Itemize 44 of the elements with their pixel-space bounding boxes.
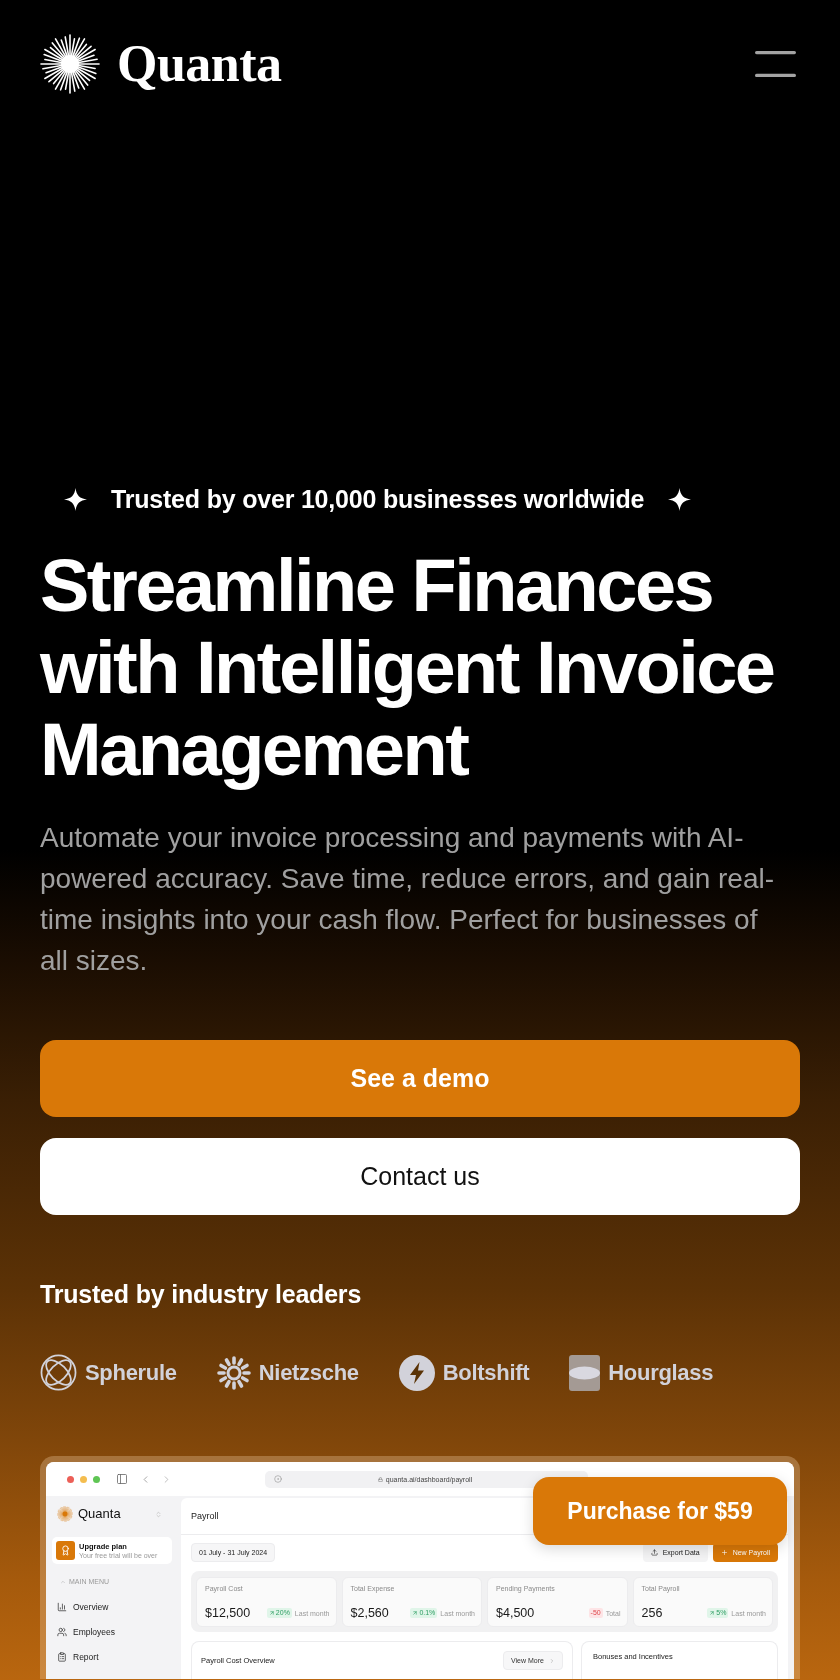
brand-name: Quanta	[78, 1506, 121, 1522]
sunburst-icon	[216, 1355, 251, 1390]
arrow-up-right-icon	[268, 1610, 275, 1616]
stat-value: $2,560	[350, 1606, 389, 1620]
partner-name: Hourglass	[608, 1359, 714, 1386]
medal-icon	[56, 1541, 75, 1560]
partner-name: Spherule	[85, 1359, 177, 1386]
plus-icon	[720, 1549, 728, 1556]
circle-dot-icon	[274, 1475, 282, 1483]
tagline: Trusted by over 10,000 businesses worldwide	[111, 486, 645, 512]
chevrons-up-down-icon[interactable]	[155, 1510, 162, 1518]
users-icon	[57, 1626, 67, 1637]
stat-value: $4,500	[496, 1606, 535, 1620]
partner-name: Boltshift	[442, 1359, 530, 1386]
sidebar-toggle-icon[interactable]	[116, 1473, 128, 1485]
menu-icon	[755, 50, 796, 77]
section-heading: Trusted by industry leaders	[40, 1280, 362, 1308]
brand-name: Quanta	[117, 37, 282, 90]
contact-button[interactable]: Contact us	[40, 1138, 800, 1215]
sunburst-icon	[57, 1506, 73, 1522]
menu-item[interactable]: Overview	[52, 1594, 172, 1619]
sparkle-icon	[668, 487, 692, 511]
stat-value: $12,500	[205, 1606, 251, 1620]
lock-icon	[377, 1476, 383, 1482]
hero-description: Automate your invoice processing and payments with AI-powered accuracy. Save time, reduce errors, and gain real-time insights into your cash flow. Perfect for businesses of all sizes.	[40, 821, 776, 978]
hero-heading: Streamline Finances with Intelligent Invoice Management	[40, 545, 775, 791]
menu-item[interactable]: Employees	[52, 1619, 172, 1644]
lightning-bolt-icon	[398, 1354, 435, 1391]
sphere-icon	[40, 1354, 77, 1391]
upload-icon	[650, 1549, 658, 1556]
stat-value: 256	[641, 1606, 663, 1620]
arrow-up-right-icon	[709, 1610, 716, 1616]
menu-button[interactable]	[755, 50, 796, 77]
clipboard-icon	[57, 1651, 67, 1662]
sparkle-icon	[64, 487, 87, 511]
page-title: Payroll	[191, 1511, 219, 1521]
arrow-up-right-icon	[412, 1610, 419, 1616]
partner-name: Nietzsche	[258, 1359, 359, 1386]
sunburst-icon	[40, 33, 100, 94]
bar-chart-icon	[57, 1601, 67, 1612]
menu-item[interactable]: Report	[52, 1644, 172, 1669]
hourglass-icon	[569, 1354, 601, 1391]
chevron-right-icon	[548, 1657, 555, 1664]
chevron-up-icon[interactable]	[60, 1579, 66, 1585]
